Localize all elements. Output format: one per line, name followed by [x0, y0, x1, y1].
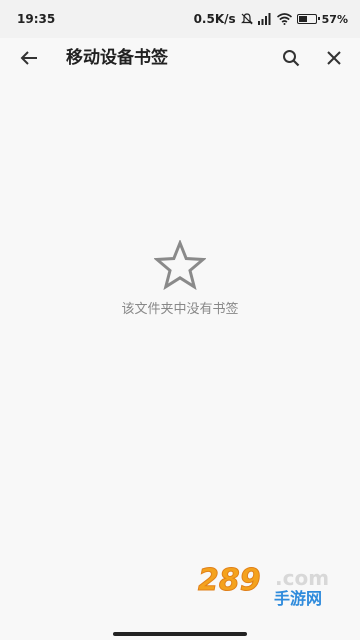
search-icon: [283, 50, 300, 67]
screen: 19:35 0.5K/s 57% 移动设备书签 该文件夹中没有书签 289 .c…: [0, 0, 360, 640]
star-outline-icon: [154, 240, 206, 290]
network-speed: 0.5K/s: [193, 12, 236, 26]
watermark-domain: .com: [275, 566, 330, 590]
close-button[interactable]: [319, 43, 349, 73]
close-icon: [327, 51, 341, 65]
watermark-site-name: 手游网: [274, 589, 323, 608]
empty-state: 该文件夹中没有书签: [0, 240, 360, 317]
status-time: 19:35: [17, 12, 56, 26]
watermark-logo: 289 .com 手游网: [196, 563, 356, 616]
empty-message: 该文件夹中没有书签: [121, 302, 239, 317]
watermark-digits: 289: [198, 563, 262, 598]
signal-icon: [257, 13, 272, 25]
page-title: 移动设备书签: [66, 48, 168, 68]
status-bar: 19:35 0.5K/s 57%: [0, 0, 360, 38]
back-arrow-icon: [20, 51, 37, 65]
wifi-icon: [276, 13, 292, 25]
battery-percent: 57%: [321, 12, 348, 26]
battery-level-fill: [298, 16, 307, 22]
toolbar: 移动设备书签: [0, 38, 360, 78]
battery-icon: [296, 14, 320, 24]
home-indicator[interactable]: [113, 632, 247, 636]
mute-icon: [240, 13, 253, 25]
search-button[interactable]: [276, 43, 306, 73]
back-button[interactable]: [14, 43, 44, 73]
status-icons: 0.5K/s 57%: [194, 12, 348, 26]
